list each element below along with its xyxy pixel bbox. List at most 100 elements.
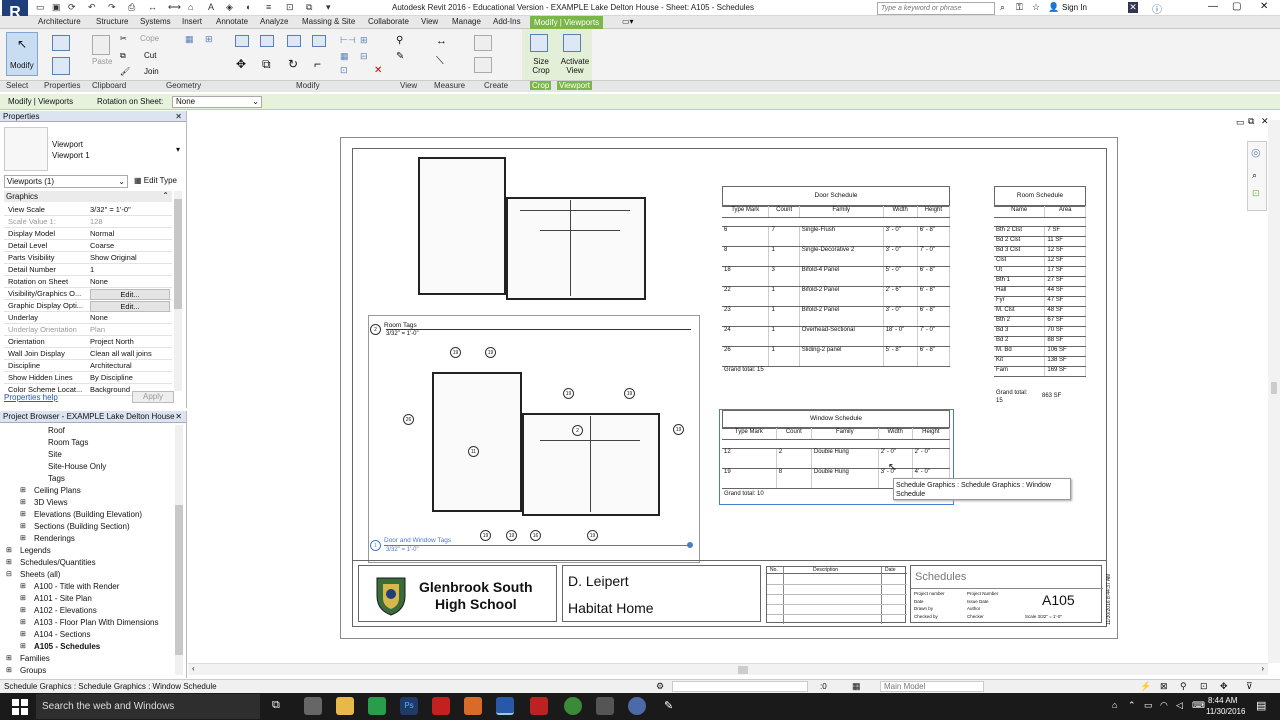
switch-windows-icon[interactable]: ⧉ (306, 2, 312, 13)
tray-chevron-up-icon[interactable]: ⌃ (1128, 700, 1136, 711)
schedule-row[interactable]: Bd 2 Clst 11 SF (994, 236, 1086, 247)
match-type-icon[interactable]: 🖌 (120, 67, 130, 76)
schedule-header-cell[interactable]: Count (768, 206, 800, 218)
keyboard-icon[interactable]: ⌨ (1192, 700, 1205, 711)
revit-taskbar-icon[interactable] (496, 697, 514, 715)
maximize-icon[interactable]: ▢ (1232, 1, 1241, 12)
property-row[interactable]: Wall Join Display Clean all wall joins (4, 348, 172, 360)
volume-icon[interactable]: ◁ (1176, 700, 1183, 711)
sheet-name[interactable]: Schedules (915, 571, 966, 583)
schedule-cell[interactable]: 24 (722, 326, 770, 347)
wifi-icon[interactable]: ◠ (1160, 700, 1168, 711)
browser-item[interactable]: Tags (48, 474, 65, 483)
calculator-icon[interactable] (304, 697, 322, 715)
cut-geometry-button[interactable]: Cut (144, 51, 156, 60)
schedule-cell[interactable]: 7' - 0" (917, 326, 951, 347)
schedule-cell[interactable]: Double Hung (811, 448, 879, 469)
expand-icon[interactable]: ⊞ (20, 630, 26, 638)
cut-clip-icon[interactable]: ✂ (120, 34, 127, 43)
filter-icon[interactable]: ⊽ (1246, 681, 1253, 692)
measure-icon[interactable]: ↔ (148, 2, 157, 12)
trim-icon[interactable]: ⌐ (314, 57, 321, 71)
property-value[interactable]: Edit... (90, 289, 170, 300)
schedule-cell[interactable]: M. Clst (994, 306, 1046, 317)
close-hidden-icon[interactable]: ⊡ (286, 2, 294, 13)
delete-icon[interactable]: ✕ (374, 65, 382, 76)
property-value[interactable]: Edit... (90, 301, 170, 312)
schedule-row[interactable]: 12 2 Double Hung 2' - 0" 2' - 0" (722, 448, 951, 469)
schedule-cell[interactable]: Bth 1 (994, 276, 1046, 287)
expand-icon[interactable]: ⊞ (20, 642, 26, 650)
section-icon[interactable]: ◐ (246, 2, 251, 12)
project-name[interactable]: Habitat Home (568, 600, 654, 616)
property-row[interactable]: Discipline Architectural (4, 360, 172, 372)
schedule-cell[interactable]: 3' - 0" (883, 226, 918, 247)
property-value[interactable]: Plan (90, 324, 105, 336)
browser-item[interactable]: Ceiling Plans (34, 486, 81, 495)
tab-systems[interactable]: Systems (140, 17, 171, 26)
schedule-cell[interactable]: 1 (768, 246, 800, 267)
browser-item[interactable]: Site-House Only (48, 462, 106, 471)
browser-item[interactable]: A104 - Sections (34, 630, 90, 639)
property-row[interactable]: Display Model Normal (4, 228, 172, 240)
schedule-cell[interactable]: 6 (722, 226, 770, 247)
property-value[interactable]: None (90, 276, 108, 288)
browser-item[interactable]: Elevations (Building Elevation) (34, 510, 142, 519)
property-row[interactable]: Rotation on Sheet None (4, 276, 172, 288)
schedule-cell[interactable]: 1 (768, 286, 800, 307)
schedule-cell[interactable]: 23 (722, 306, 770, 327)
schedule-cell[interactable]: 6' - 8" (917, 346, 951, 367)
instance-filter-select[interactable]: Viewports (1) ⌄ (4, 175, 128, 188)
schedule-cell[interactable]: Bd 3 Clst (994, 246, 1046, 257)
taskbar-search-box[interactable]: Search the web and Windows (36, 694, 260, 719)
plan-house-lower[interactable] (522, 413, 660, 516)
panel-measure[interactable]: Measure (434, 81, 465, 90)
autocad-icon[interactable] (464, 697, 482, 715)
property-row[interactable]: Underlay Orientation Plan (4, 324, 172, 336)
offset-icon[interactable] (260, 35, 274, 47)
paste-icon[interactable] (92, 35, 110, 55)
schedule-cell[interactable]: 3' - 0" (883, 246, 918, 267)
property-value[interactable]: Architectural (90, 360, 132, 372)
browser-item[interactable]: Renderings (34, 534, 75, 543)
tag-icon[interactable]: ⌂ (188, 2, 193, 12)
schedule-cell[interactable]: 2' - 0" (912, 448, 951, 469)
panel-view[interactable]: View (400, 81, 417, 90)
wall-joins-icon[interactable]: ⊞ (205, 34, 213, 45)
browser-item[interactable]: A100 - Title with Render (34, 582, 119, 591)
property-value[interactable]: Clean all wall joins (90, 348, 152, 360)
create-assembly-icon[interactable] (474, 35, 492, 51)
browser-item[interactable]: Room Tags (48, 438, 88, 447)
vertical-scrollbar[interactable] (1268, 120, 1280, 663)
mirror-pick-icon[interactable] (287, 35, 301, 47)
door-schedule-title[interactable]: Door Schedule (722, 186, 950, 206)
schedule-cell[interactable]: 5' - 0" (883, 266, 918, 287)
zoom-icon[interactable]: ⌕ (1252, 170, 1257, 181)
view-restore-icon[interactable]: ⧉ (1248, 116, 1254, 127)
schedule-row[interactable]: 23 1 Bifold-2 Panel 3' - 0" 6' - 8" (722, 306, 951, 327)
cope-button[interactable]: Cope (140, 34, 159, 43)
sheet-number[interactable]: A105 (1042, 592, 1075, 608)
schedule-cell[interactable]: Overhead-Sectional (799, 326, 884, 347)
open-icon[interactable]: ▭ (36, 2, 45, 13)
schedule-row[interactable]: 22 1 Bifold-2 Panel 2' - 6" 6' - 8" (722, 286, 951, 307)
property-row[interactable]: Detail Number 1 (4, 264, 172, 276)
schedule-cell[interactable]: 7 SF (1044, 226, 1086, 237)
schedule-header-cell[interactable]: Family (811, 428, 879, 440)
schedule-cell[interactable]: Bd 2 (994, 336, 1046, 347)
minimize-ribbon-icon[interactable]: ▭▾ (622, 17, 634, 26)
pin-icon[interactable]: ⊞ (360, 35, 368, 46)
expand-icon[interactable]: ⊞ (20, 522, 26, 530)
schedule-cell[interactable]: M. Bd (994, 346, 1046, 357)
close-icon[interactable]: ✕ (1260, 1, 1268, 12)
scale-icon[interactable]: ⊡ (340, 65, 348, 76)
schedule-cell[interactable]: 2 (776, 448, 812, 469)
schedule-header-cell[interactable]: Height (912, 428, 951, 440)
property-value[interactable]: Show Original (90, 252, 137, 264)
minimize-icon[interactable]: — (1208, 1, 1218, 12)
browser-item[interactable]: A101 - Site Plan (34, 594, 92, 603)
browser-item[interactable]: A105 - Schedules (34, 642, 100, 651)
geometry-tool-icon[interactable]: ▦ (185, 34, 194, 45)
schedule-cell[interactable]: 6' - 8" (917, 226, 951, 247)
print-icon[interactable]: ⎙ (128, 2, 135, 13)
